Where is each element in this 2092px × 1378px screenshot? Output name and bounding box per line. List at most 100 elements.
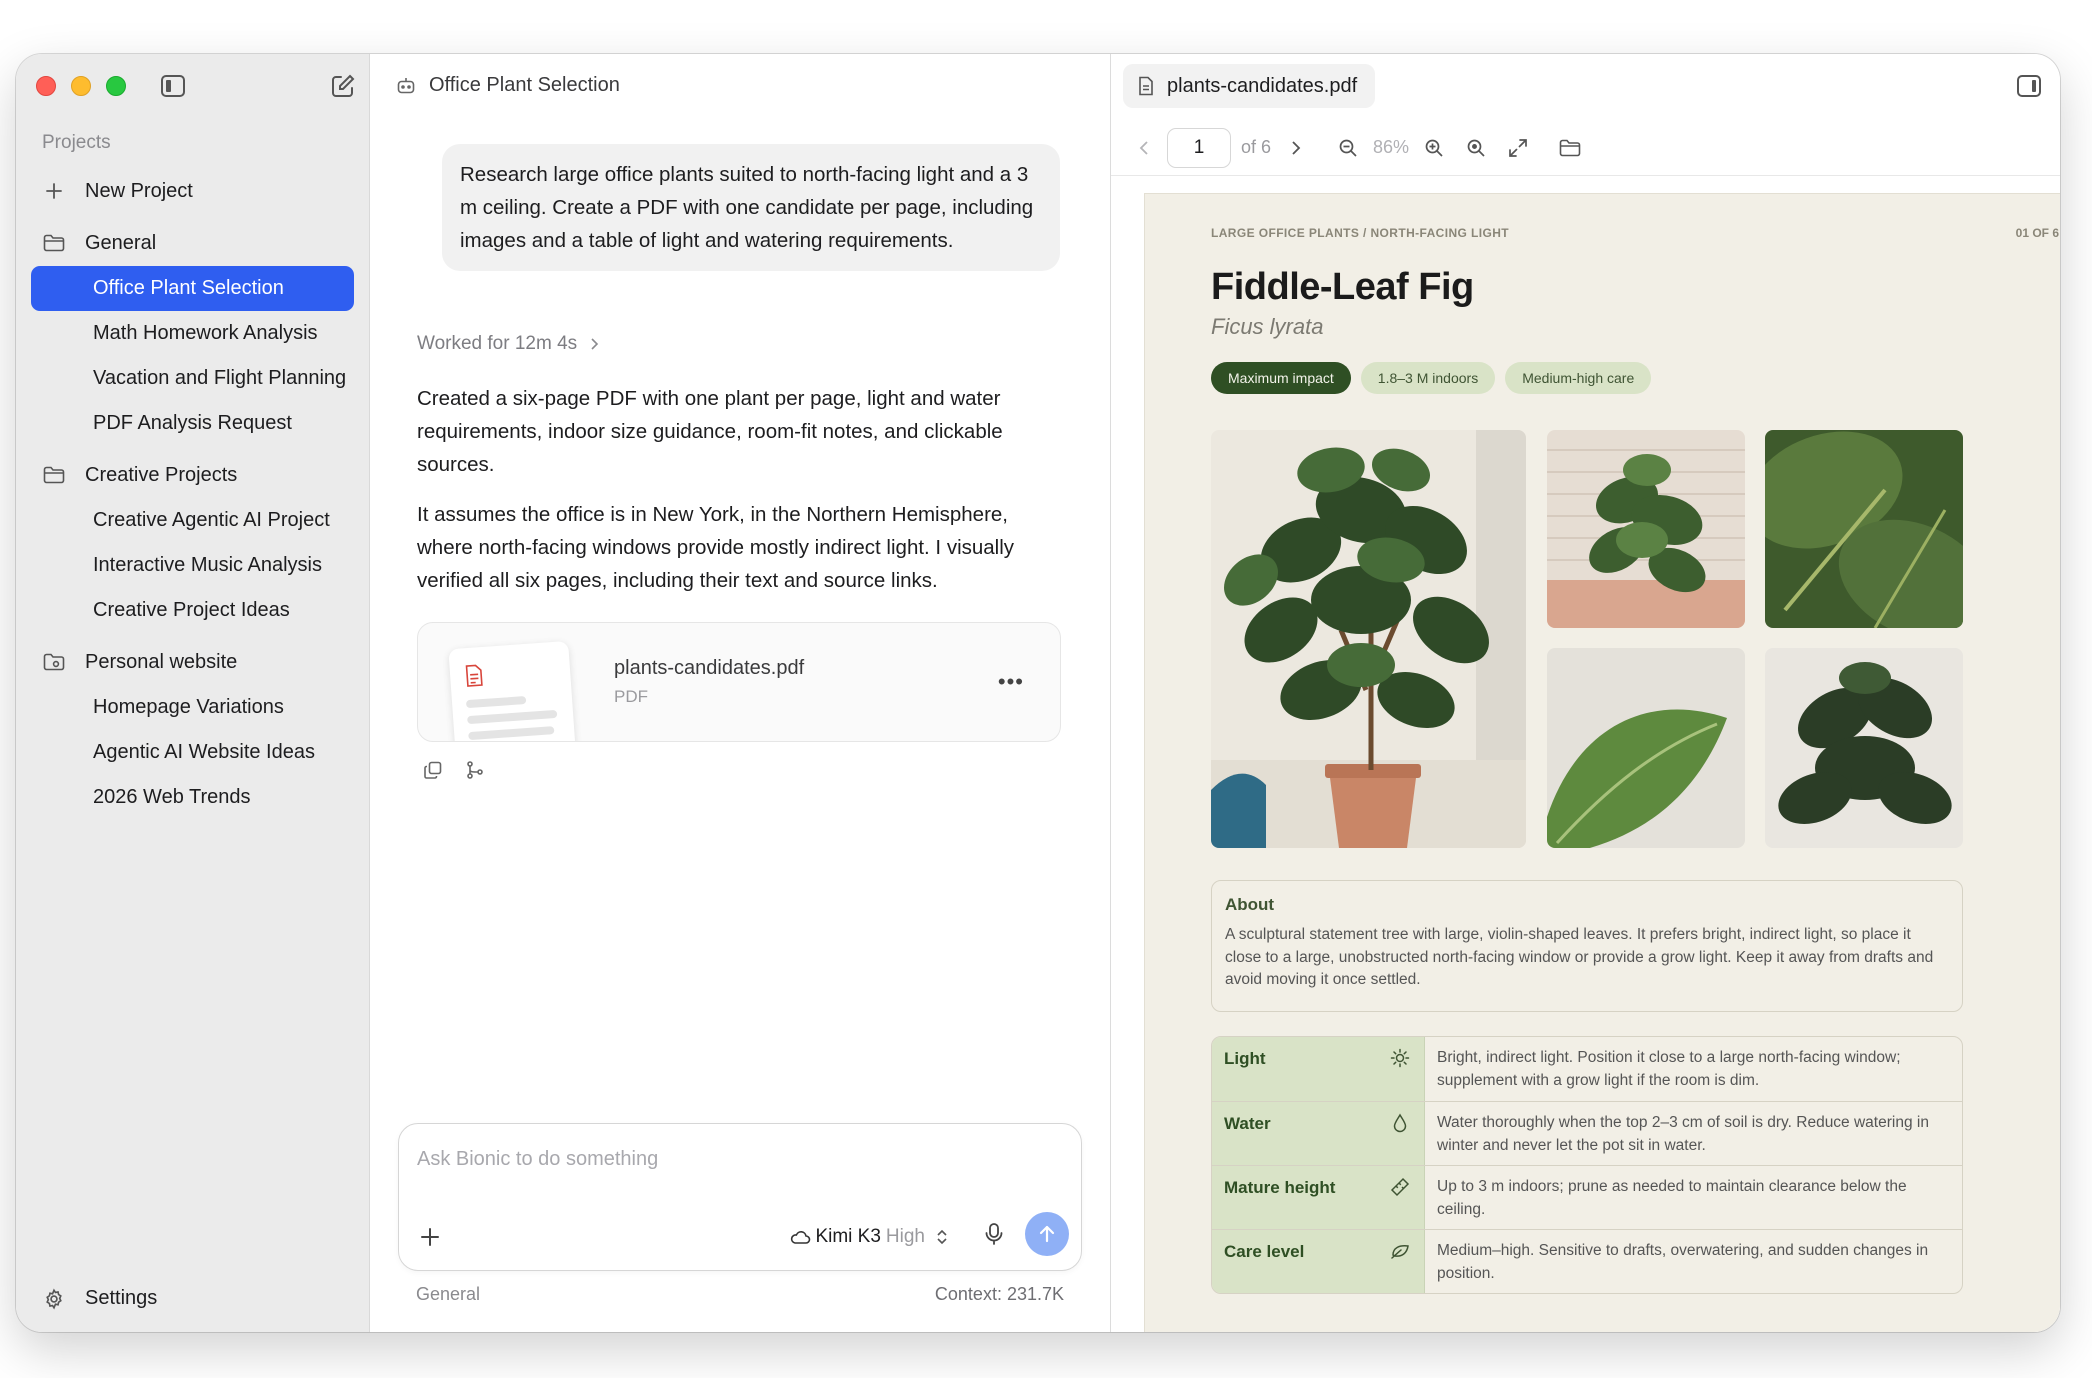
window-controls [36,76,126,96]
sidebar-item-pdf-analysis[interactable]: PDF Analysis Request [31,401,354,446]
about-text: A sculptural statement tree with large, … [1225,926,1934,988]
zoom-out-icon [1339,139,1357,157]
folder-icon [43,232,65,254]
zoom-out-button[interactable] [1337,137,1359,159]
prev-page-button[interactable] [1133,137,1155,159]
copy-icon[interactable] [423,760,443,780]
next-page-button[interactable] [1285,137,1307,159]
folder-creative-projects[interactable]: Creative Projects [31,452,354,498]
send-button[interactable] [1025,1212,1069,1256]
chevron-updown-icon [937,1229,947,1245]
new-project-button[interactable]: New Project [31,168,354,214]
message-actions [423,760,485,780]
worked-for-label: Worked for 12m 4s [417,333,578,354]
plant-photo-single-leaf [1547,648,1745,848]
care-key: Light [1212,1037,1425,1101]
gear-icon [46,1288,62,1309]
care-table: Light Bright, indirect light. Position i… [1211,1036,1963,1294]
care-value: Medium–high. Sensitive to drafts, overwa… [1437,1242,1929,1282]
sidebar-item-label: 2026 Web Trends [93,786,251,808]
pdf-eyebrow: LARGE OFFICE PLANTS / NORTH-FACING LIGHT [1211,226,1509,240]
pdf-tags: Maximum impact 1.8–3 M indoors Medium-hi… [1211,362,1652,394]
leaf-icon [1391,1245,1409,1259]
pdf-scroll-area[interactable]: LARGE OFFICE PLANTS / NORTH-FACING LIGHT… [1111,176,2060,1332]
zoom-level: 86% [1373,137,1410,157]
add-attachment-icon[interactable] [419,1226,441,1248]
fullscreen-button[interactable] [1507,137,1529,159]
zoom-in-button[interactable] [1423,137,1445,159]
sidebar: Projects New Project General Office Plan… [16,54,370,1332]
plus-icon [43,180,65,202]
zoom-window-button[interactable] [106,76,126,96]
sun-icon [1390,1048,1410,1068]
about-heading: About [1225,895,1275,914]
model-selector[interactable]: Kimi K3 High [789,1226,949,1248]
composer[interactable]: Ask Bionic to do something Kimi K3 High [398,1123,1082,1271]
care-row-height: Mature height Up to 3 m indoors; prune a… [1212,1165,1962,1229]
composer-input[interactable]: Ask Bionic to do something [417,1148,658,1171]
more-options-button[interactable]: ••• [998,669,1024,695]
attachment-card[interactable]: plants-candidates.pdf PDF ••• [417,622,1061,742]
care-row-water: Water Water thoroughly when the top 2–3 … [1212,1101,1962,1165]
sidebar-item-label: PDF Analysis Request [93,412,292,434]
minimize-window-button[interactable] [71,76,91,96]
sidebar-item-label: Creative Project Ideas [93,599,290,621]
folder-label: General [85,231,157,254]
care-key: Mature height [1212,1166,1425,1229]
sidebar-item-label: Math Homework Analysis [93,322,318,344]
about-box: About A sculptural statement tree with l… [1211,880,1963,1012]
close-window-button[interactable] [36,76,56,96]
zoom-in-icon [1425,139,1443,157]
project-indicator[interactable]: General [416,1284,480,1305]
app-window: Projects New Project General Office Plan… [16,54,2060,1332]
folder-personal-website[interactable]: Personal website [31,639,354,685]
sidebar-item-homepage-variations[interactable]: Homepage Variations [31,685,354,730]
sidebar-item-agentic-ai-website[interactable]: Agentic AI Website Ideas [31,730,354,775]
pdf-page: LARGE OFFICE PLANTS / NORTH-FACING LIGHT… [1144,193,2060,1332]
sidebar-item-label: Interactive Music Analysis [93,554,322,576]
folder-icon [1559,139,1581,156]
sidebar-item-web-trends[interactable]: 2026 Web Trends [31,775,354,820]
sidebar-item-interactive-music[interactable]: Interactive Music Analysis [31,543,354,588]
new-project-label: New Project [85,179,193,202]
settings-button[interactable]: Settings [43,1287,157,1310]
show-in-folder-button[interactable] [1559,137,1581,159]
plant-photo-brick [1547,430,1745,628]
care-value: Water thoroughly when the top 2–3 cm of … [1437,1114,1929,1154]
sidebar-toggle-icon[interactable] [160,74,186,98]
pdf-thumbnail [448,640,576,741]
microphone-icon[interactable] [983,1222,1005,1246]
document-icon [1139,76,1153,96]
sidebar-item-math-homework[interactable]: Math Homework Analysis [31,311,354,356]
chevron-left-icon [1139,140,1148,155]
sidebar-item-label: Homepage Variations [93,696,284,718]
folder-icon [43,464,65,486]
sidebar-item-label: Vacation and Flight Planning [93,367,347,389]
chevron-right-icon [1292,140,1301,155]
assistant-reply: Created a six-page PDF with one plant pe… [417,382,1067,597]
folder-general[interactable]: General [31,220,354,266]
model-level: High [885,1226,925,1247]
chat-title: Office Plant Selection [429,74,620,96]
chat-header: Office Plant Selection [396,74,620,97]
project-list: New Project General Office Plant Selecti… [31,168,354,820]
user-message: Research large office plants suited to n… [442,144,1060,271]
branch-icon[interactable] [465,760,485,780]
page-number-input[interactable]: 1 [1167,127,1231,168]
actual-size-button[interactable] [1465,137,1487,159]
panel-toggle-icon[interactable] [2016,74,2042,98]
worked-for-toggle[interactable]: Worked for 12m 4s [417,333,599,355]
pdf-latin-name: Ficus lyrata [1211,314,1324,339]
settings-label: Settings [85,1287,158,1309]
viewer-tab[interactable]: plants-candidates.pdf [1123,64,1376,108]
sidebar-item-label: Office Plant Selection [93,277,284,299]
new-chat-icon[interactable] [330,73,356,99]
sidebar-item-office-plant-selection[interactable]: Office Plant Selection [31,266,354,311]
sidebar-item-vacation-planning[interactable]: Vacation and Flight Planning [31,356,354,401]
viewer-tab-label: plants-candidates.pdf [1167,74,1358,97]
water-drop-icon [1393,1113,1407,1133]
thumb-line [465,696,527,709]
sidebar-item-creative-agentic-ai[interactable]: Creative Agentic AI Project [31,498,354,543]
sidebar-item-creative-ideas[interactable]: Creative Project Ideas [31,588,354,633]
care-row-care-level: Care level Medium–high. Sensitive to dra… [1212,1229,1962,1293]
